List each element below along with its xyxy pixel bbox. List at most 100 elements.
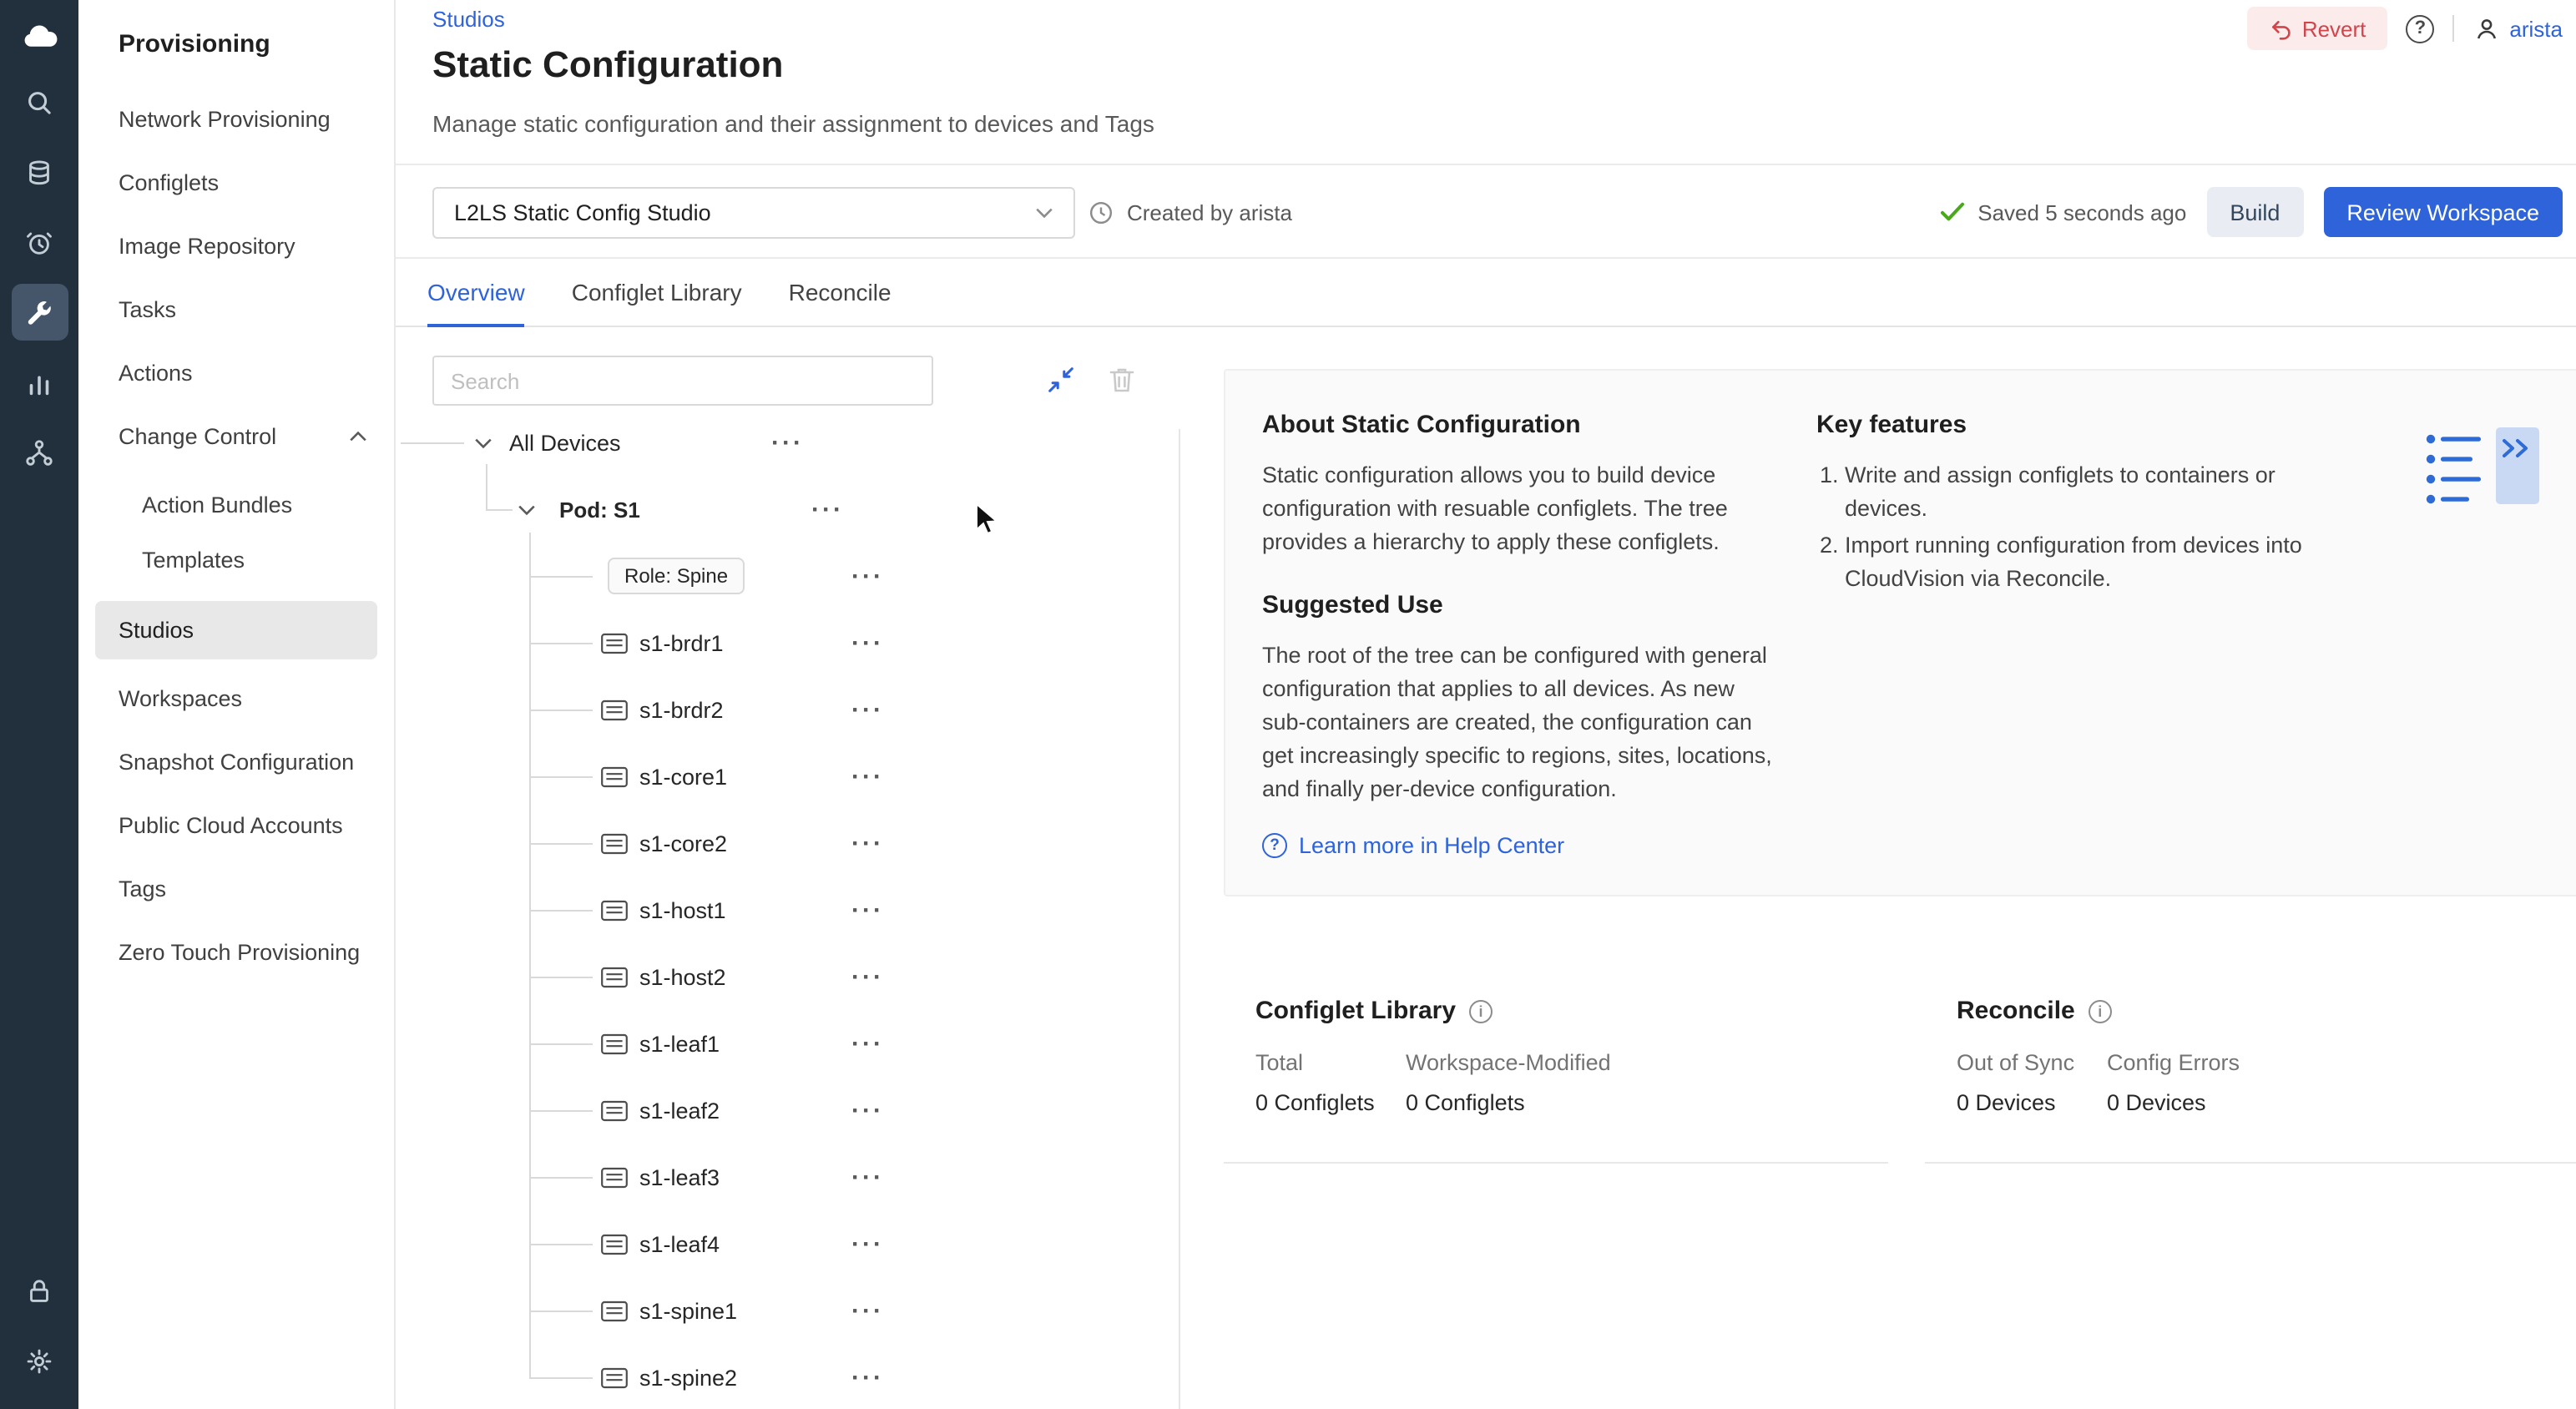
sidebar-title: Provisioning [78,0,394,58]
device-icon [601,1033,628,1054]
tree-device-row[interactable]: s1-brdr1 ··· [397,609,1179,676]
sidebar-item-image-repository[interactable]: Image Repository [78,214,394,277]
main-area: Studios Static Configuration Manage stat… [396,0,2576,1409]
sidebar-item-change-control[interactable]: Change Control [78,404,394,467]
more-button[interactable]: ··· [851,762,884,790]
user-menu[interactable]: arista [2472,14,2563,43]
stat-value: 0 Devices [1957,1090,2107,1115]
tab-configlet-library[interactable]: Configlet Library [572,259,742,326]
more-button[interactable]: ··· [851,562,884,590]
device-tree: All Devices ··· Pod: S1 ··· Role: Spine … [397,409,1179,1409]
tree-device-row[interactable]: s1-leaf3 ··· [397,1144,1179,1210]
studio-selector-dropdown[interactable]: L2LS Static Config Studio [432,187,1075,239]
more-button[interactable]: ··· [851,1296,884,1325]
sidebar-item-studios[interactable]: Studios [95,601,377,659]
more-button[interactable]: ··· [851,829,884,857]
build-button[interactable]: Build [2206,187,2303,237]
sidebar-item-network-provisioning[interactable]: Network Provisioning [78,87,394,150]
tree-device-row[interactable]: s1-leaf1 ··· [397,1010,1179,1077]
chevron-down-icon[interactable] [474,437,492,448]
tree-device-row[interactable]: s1-brdr2 ··· [397,676,1179,743]
tree-pod-row[interactable]: Pod: S1 ··· [397,476,1179,543]
learn-more-link[interactable]: ? Learn more in Help Center [1262,833,1564,858]
more-button[interactable]: ··· [851,695,884,724]
sidebar-item-workspaces[interactable]: Workspaces [78,666,394,730]
learn-more-label: Learn more in Help Center [1299,833,1564,858]
tab-overview[interactable]: Overview [427,259,525,326]
more-button[interactable]: ··· [851,1230,884,1258]
sidebar-item-zero-touch-provisioning[interactable]: Zero Touch Provisioning [78,920,394,983]
more-button[interactable]: ··· [851,1363,884,1391]
sidebar-item-configlets[interactable]: Configlets [78,150,394,214]
breadcrumb[interactable]: Studios [432,7,505,32]
device-icon [601,1366,628,1388]
more-button[interactable]: ··· [851,629,884,657]
stat-label: Total [1255,1050,1406,1075]
about-card-right: Key features Write and assign configlets… [1816,411,2317,599]
sidebar-item-tags[interactable]: Tags [78,856,394,920]
stat-label: Workspace-Modified [1406,1050,1611,1075]
saved-status: Saved 5 seconds ago [1939,199,2186,225]
more-button[interactable]: ··· [851,1096,884,1124]
undo-icon [2269,18,2292,39]
device-label: s1-leaf4 [639,1231,720,1256]
events-nav-icon[interactable] [11,214,68,270]
configlet-illustration [2424,424,2544,521]
more-button[interactable]: ··· [851,896,884,924]
created-by-label: Created by arista [1127,199,1292,225]
tree-device-row[interactable]: s1-leaf2 ··· [397,1077,1179,1144]
header-actions: Revert ? arista [2247,5,2563,52]
sidebar-item-actions[interactable]: Actions [78,341,394,404]
sidebar-item-public-cloud-accounts[interactable]: Public Cloud Accounts [78,793,394,856]
tree-role-row[interactable]: Role: Spine ··· [397,543,1179,609]
info-icon[interactable]: i [2089,999,2112,1023]
help-icon[interactable]: ? [2406,14,2434,43]
devices-nav-icon[interactable] [11,144,68,200]
search-input[interactable] [432,356,933,406]
help-circle-icon: ? [1262,833,1287,858]
tab-reconcile[interactable]: Reconcile [789,259,891,326]
metrics-nav-icon[interactable] [11,354,68,411]
collapse-all-icon[interactable] [1045,364,1077,396]
device-icon [601,1099,628,1121]
more-button[interactable]: ··· [851,1029,884,1058]
revert-button[interactable]: Revert [2247,7,2388,50]
chevron-down-icon[interactable] [518,503,536,515]
sidebar-item-tasks[interactable]: Tasks [78,277,394,341]
cloudvision-logo-icon[interactable] [13,13,66,57]
key-features-list: Write and assign configlets to container… [1845,459,2317,596]
sidebar-item-templates[interactable]: Templates [78,533,394,588]
tree-device-row[interactable]: s1-core2 ··· [397,810,1179,876]
device-label: s1-leaf2 [639,1098,720,1123]
device-icon [601,899,628,921]
topology-nav-icon[interactable] [11,424,68,481]
tree-device-row[interactable]: s1-host2 ··· [397,943,1179,1010]
key-features-title: Key features [1816,411,2317,439]
app-rail [0,0,78,1409]
provisioning-nav-icon[interactable] [11,284,68,341]
lock-icon[interactable] [11,1262,68,1319]
sidebar-item-label: Studios [119,618,194,643]
trash-icon[interactable] [1109,366,1135,394]
check-icon [1939,202,1964,222]
tree-device-row[interactable]: s1-spine2 ··· [397,1344,1179,1409]
sidebar-item-snapshot-configuration[interactable]: Snapshot Configuration [78,730,394,793]
tree-device-row[interactable]: s1-core1 ··· [397,743,1179,810]
more-button[interactable]: ··· [771,428,804,457]
more-button[interactable]: ··· [851,962,884,991]
saved-status-label: Saved 5 seconds ago [1977,199,2186,225]
tree-device-row[interactable]: s1-leaf4 ··· [397,1210,1179,1277]
sidebar-item-action-bundles[interactable]: Action Bundles [78,477,394,533]
device-label: s1-brdr1 [639,630,724,655]
created-by: Created by arista [1088,165,1292,259]
review-workspace-button[interactable]: Review Workspace [2323,187,2563,237]
tree-root-row[interactable]: All Devices ··· [397,409,1179,476]
more-button[interactable]: ··· [851,1163,884,1191]
settings-gear-icon[interactable] [11,1332,68,1389]
tree-device-row[interactable]: s1-host1 ··· [397,876,1179,943]
more-button[interactable]: ··· [811,495,844,523]
info-icon[interactable]: i [1469,999,1493,1023]
search-nav-icon[interactable] [11,73,68,130]
suggested-use-title: Suggested Use [1262,591,1783,619]
tree-device-row[interactable]: s1-spine1 ··· [397,1277,1179,1344]
